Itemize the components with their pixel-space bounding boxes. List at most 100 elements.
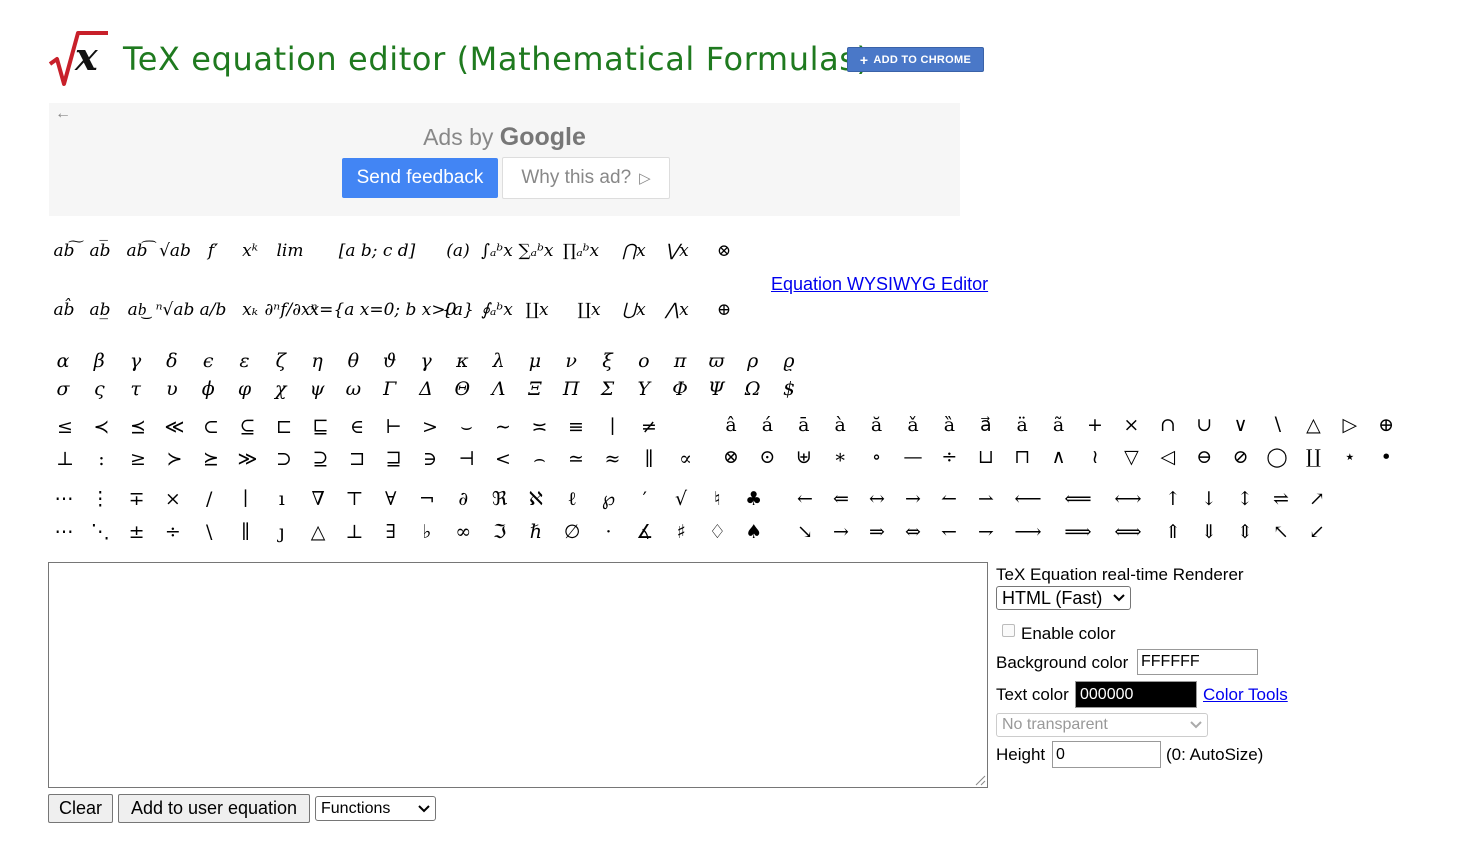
symbol-accent-row2-16[interactable]: ∐ [1306, 448, 1321, 467]
symbol-misc-row1-19[interactable]: ♣ [745, 490, 762, 509]
symbol-misc-row1-12[interactable]: ℜ [492, 490, 507, 509]
symbol-misc-row2-12[interactable]: ℑ [493, 523, 506, 542]
symbol-templates-row2-3[interactable]: ⁿ√ab [156, 302, 195, 319]
symbol-rel-row1-5[interactable]: ⊆ [240, 418, 256, 437]
symbol-arrow-row1-2[interactable]: ↔ [869, 490, 885, 509]
symbol-greek-row1-10[interactable]: γ [420, 352, 431, 371]
symbol-rel-row1-2[interactable]: ⪯ [130, 418, 146, 437]
symbol-arrow-row1-4[interactable]: ↼ [941, 490, 957, 509]
symbol-rel-row1-14[interactable]: ≡ [568, 418, 584, 437]
symbol-accent-row2-17[interactable]: ⋆ [1344, 448, 1356, 467]
symbol-misc-row2-9[interactable]: ∃ [386, 523, 396, 542]
symbol-greek-row1-13[interactable]: μ [529, 352, 541, 371]
symbol-rel-row2-2[interactable]: ≥ [130, 450, 146, 469]
text-color-input[interactable]: 000000 [1075, 681, 1197, 708]
symbol-rel-row1-16[interactable]: ≠ [641, 418, 657, 437]
height-input[interactable]: 0 [1052, 741, 1161, 768]
symbol-templates-row1-7[interactable]: [a b; c d] [339, 243, 416, 260]
symbol-greek-row1-19[interactable]: ρ [747, 352, 758, 371]
symbol-rel-row2-4[interactable]: ⪰ [203, 450, 219, 469]
symbol-greek-row1-5[interactable]: ε [239, 352, 249, 371]
symbol-misc-row1-11[interactable]: ∂ [458, 490, 468, 509]
symbol-greek-row2-5[interactable]: φ [238, 380, 251, 399]
transparency-select[interactable]: No transparent [996, 713, 1208, 737]
symbol-greek-row2-14[interactable]: Π [563, 380, 580, 399]
symbol-accent-row2-15[interactable]: ◯ [1266, 448, 1287, 467]
symbol-rel-row2-3[interactable]: ≻ [167, 450, 183, 469]
symbol-arrow-row1-0[interactable]: ← [797, 490, 813, 509]
symbol-rel-row1-12[interactable]: ∼ [495, 418, 511, 437]
symbol-rel-row2-14[interactable]: ≃ [568, 450, 584, 469]
symbol-arrow-row1-12[interactable]: ⇌ [1273, 490, 1289, 509]
symbol-rel-row1-7[interactable]: ⊑ [312, 418, 328, 437]
symbol-misc-row2-7[interactable]: △ [311, 523, 326, 542]
wysiwyg-editor-link[interactable]: Equation WYSIWYG Editor [771, 274, 988, 295]
symbol-rel-row1-1[interactable]: ≺ [94, 418, 110, 437]
symbol-misc-row2-1[interactable]: ⋱ [91, 523, 110, 542]
back-arrow-icon[interactable]: ← [55, 105, 71, 123]
symbol-misc-row2-16[interactable]: ∡ [636, 523, 653, 542]
symbol-greek-row2-18[interactable]: Ψ [708, 380, 725, 399]
symbol-accent-row2-1[interactable]: ⊙ [759, 448, 775, 467]
background-color-input[interactable]: FFFFFF [1137, 649, 1258, 675]
symbol-arrow-row2-7[interactable]: ⟹ [1064, 523, 1091, 542]
symbol-misc-row2-3[interactable]: ÷ [165, 523, 181, 542]
symbol-misc-row1-10[interactable]: ¬ [419, 490, 435, 509]
symbol-greek-row1-15[interactable]: ξ [602, 352, 612, 371]
symbol-greek-row2-15[interactable]: Σ [601, 380, 614, 399]
symbol-misc-row2-0[interactable]: ⋯ [55, 523, 74, 542]
symbol-misc-row1-16[interactable]: ′ [643, 490, 647, 509]
symbol-greek-row2-2[interactable]: τ [130, 380, 141, 399]
symbol-arrow-row1-8[interactable]: ⟷ [1114, 490, 1141, 509]
symbol-greek-row2-12[interactable]: Λ [492, 380, 506, 399]
symbol-accent-row2-13[interactable]: ⊖ [1196, 448, 1212, 467]
symbol-accent-row1-11[interactable]: × [1123, 416, 1139, 435]
symbol-arrow-row2-12[interactable]: ↖ [1273, 523, 1289, 542]
symbol-arrow-row2-13[interactable]: ↙ [1309, 523, 1325, 542]
symbol-misc-row2-18[interactable]: ♢ [709, 523, 726, 542]
symbol-accent-row2-5[interactable]: — [904, 448, 923, 467]
symbol-misc-row2-10[interactable]: ♭ [423, 523, 432, 542]
symbol-greek-row2-9[interactable]: Γ [383, 380, 396, 399]
symbol-accent-row1-18[interactable]: ⊕ [1378, 416, 1394, 435]
symbol-misc-row2-19[interactable]: ♠ [745, 523, 762, 542]
symbol-rel-row1-4[interactable]: ⊂ [203, 418, 219, 437]
symbol-arrow-row2-4[interactable]: ↽ [941, 523, 957, 542]
symbol-templates-row2-11[interactable]: ∐x [577, 302, 600, 319]
symbol-templates-row2-10[interactable]: ∐x [525, 302, 548, 319]
symbol-accent-row1-16[interactable]: △ [1306, 416, 1321, 435]
symbol-greek-row2-16[interactable]: Υ [638, 380, 651, 399]
send-feedback-button[interactable]: Send feedback [342, 158, 498, 198]
symbol-templates-row1-4[interactable]: f′ [208, 243, 218, 260]
symbol-greek-row1-3[interactable]: δ [166, 352, 177, 371]
equation-textarea[interactable] [48, 562, 988, 788]
symbol-rel-row1-9[interactable]: ⊢ [385, 418, 401, 437]
symbol-greek-row1-2[interactable]: γ [130, 352, 141, 371]
symbol-templates-row1-9[interactable]: ∫ₐᵇx [481, 243, 513, 260]
symbol-greek-row2-8[interactable]: ω [346, 380, 362, 399]
symbol-accent-row2-18[interactable]: • [1381, 448, 1392, 467]
symbol-accent-row1-13[interactable]: ∪ [1196, 416, 1212, 435]
symbol-arrow-row2-10[interactable]: ⇓ [1201, 523, 1217, 542]
symbol-misc-row1-0[interactable]: ⋯ [55, 490, 74, 509]
symbol-accent-row2-0[interactable]: ⊗ [723, 448, 739, 467]
symbol-arrow-row2-6[interactable]: ⟶ [1014, 523, 1041, 542]
symbol-accent-row2-14[interactable]: ⊘ [1233, 448, 1249, 467]
symbol-templates-row2-12[interactable]: ⋃x [622, 302, 646, 319]
symbol-rel-row2-6[interactable]: ⊃ [276, 450, 292, 469]
symbol-misc-row1-14[interactable]: ℓ [568, 490, 577, 509]
symbol-greek-row1-0[interactable]: α [57, 352, 70, 371]
symbol-misc-row2-2[interactable]: ± [129, 523, 145, 542]
symbol-misc-row1-4[interactable]: / [206, 490, 212, 509]
symbol-arrow-row2-9[interactable]: ⇑ [1165, 523, 1181, 542]
symbol-misc-row1-8[interactable]: ⊤ [345, 490, 363, 509]
symbol-greek-row1-12[interactable]: λ [493, 352, 505, 371]
symbol-greek-row2-0[interactable]: σ [57, 380, 70, 399]
symbol-accent-row1-0[interactable]: â [725, 416, 736, 435]
symbol-misc-row2-15[interactable]: · [605, 523, 611, 542]
symbol-accent-row2-4[interactable]: ∘ [872, 448, 881, 467]
symbol-greek-row2-11[interactable]: Θ [455, 380, 471, 399]
symbol-greek-row2-19[interactable]: Ω [745, 380, 761, 399]
symbol-arrow-row1-10[interactable]: ↓ [1201, 490, 1217, 509]
symbol-accent-row1-12[interactable]: ∩ [1160, 416, 1176, 435]
